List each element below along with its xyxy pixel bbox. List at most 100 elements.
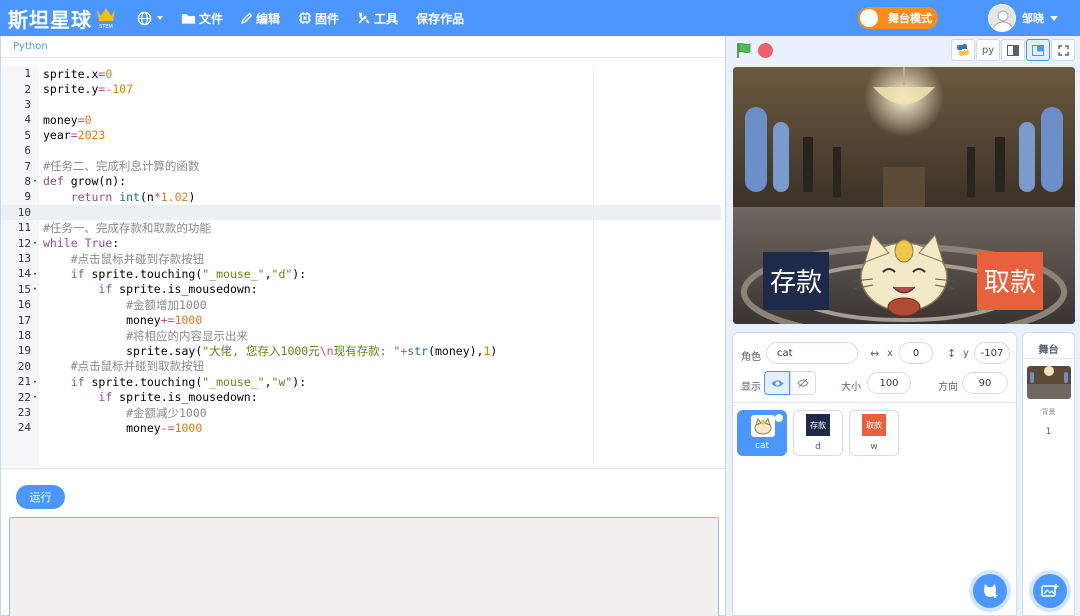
fold-toggle-icon[interactable]: ▾ (31, 177, 39, 185)
code-token: 1000 (174, 420, 203, 435)
code-line[interactable]: 16 #金额增加1000 (1, 297, 721, 312)
line-number: 1 (24, 67, 31, 81)
backdrop-thumbnail[interactable] (1027, 366, 1071, 399)
run-button[interactable]: 运行 (16, 485, 65, 509)
sprite-card-w[interactable]: 取款 w (849, 410, 899, 456)
code-line[interactable]: 4 money=0 (1, 112, 721, 127)
code-line[interactable]: 17 money+=1000 (1, 312, 721, 327)
direction-field[interactable]: 90 (962, 372, 1008, 394)
hide-button[interactable] (790, 371, 816, 395)
code-token: sprite.is_mousedown: (112, 282, 258, 297)
py-view-button[interactable]: py (976, 39, 1000, 61)
backdrop-count: 1 (1045, 427, 1052, 437)
code-editor[interactable]: 1 sprite.x=0 2 sprite.y=-107 3 4 money=0 5 year=… (1, 62, 725, 468)
code-line[interactable]: 14 ▾ if sprite.touching("_mouse_","d"): (1, 266, 721, 281)
code-text: sprite.x=0 (39, 67, 112, 81)
x-field[interactable]: 0 (899, 342, 933, 364)
fullscreen-button[interactable] (1051, 39, 1075, 61)
code-token: * (153, 189, 161, 204)
code-line[interactable]: 1 sprite.x=0 (1, 66, 721, 81)
user-menu[interactable]: 邹晓 (988, 4, 1058, 32)
code-line[interactable]: 11 #任务一、完成存款和取款的功能 (1, 220, 721, 235)
sprite-name-field[interactable]: cat (766, 342, 858, 364)
code-line[interactable]: 8 ▾ def grow(n): (1, 174, 721, 189)
line-number: 2 (24, 82, 31, 96)
edit-menu[interactable]: 编辑 (232, 0, 289, 36)
code-line[interactable]: 24 money-=1000 (1, 420, 721, 435)
green-flag-button[interactable] (736, 42, 752, 63)
code-token: , (264, 266, 272, 281)
code-token: year (43, 128, 71, 143)
code-token: 1.02 (160, 189, 189, 204)
line-number: 4 (24, 113, 31, 127)
output-console[interactable] (9, 517, 719, 616)
large-stage-button[interactable] (1026, 39, 1050, 61)
code-line[interactable]: 10 (1, 204, 721, 220)
sprite-list: cat 存款 d 取款 w (737, 410, 905, 456)
size-field[interactable]: 100 (867, 372, 911, 394)
tab-python[interactable]: Python (1, 36, 725, 58)
save-project-button[interactable]: 保存作品 (407, 0, 473, 36)
code-token: sprite.is_mousedown: (112, 390, 258, 405)
add-sprite-button[interactable] (973, 574, 1007, 608)
withdraw-sprite[interactable]: 取款 (977, 252, 1043, 310)
sprite-thumbnail-w: 取款 (862, 414, 886, 436)
stage-mode-label: 舞台模式 (888, 12, 932, 25)
code-line[interactable]: 19 sprite.say("大佬, 您存入1000元\n现有存款: "+str… (1, 343, 721, 358)
small-stage-button[interactable] (1001, 39, 1025, 61)
code-token: "d" (271, 266, 293, 281)
fold-toggle-icon[interactable]: ▾ (31, 270, 39, 278)
line-number: 5 (24, 128, 31, 142)
tools-menu-label: 工具 (374, 11, 399, 26)
code-text: #点击鼠标并碰到存款按钮 (39, 251, 204, 267)
stage-mode-toggle[interactable]: 舞台模式 (858, 7, 938, 29)
code-token: 0 (84, 112, 92, 127)
code-text: #将相应的内容显示出来 (39, 328, 248, 344)
code-line[interactable]: 3 (1, 97, 721, 112)
fold-toggle-icon[interactable]: ▾ (31, 378, 39, 386)
sprite-card-cat[interactable]: cat (737, 410, 787, 456)
python-view-button[interactable] (951, 39, 975, 61)
language-menu[interactable] (128, 0, 172, 36)
code-line[interactable]: 21 ▾ if sprite.touching("_mouse_","w"): (1, 374, 721, 389)
logo[interactable]: 斯坦星球 STEM (8, 0, 116, 36)
code-line[interactable]: 15 ▾ if sprite.is_mousedown: (1, 282, 721, 297)
eye-icon (771, 379, 783, 387)
code-line[interactable]: 23 #金额减少1000 (1, 405, 721, 420)
y-field[interactable]: -107 (974, 342, 1010, 364)
large-stage-icon (1032, 44, 1044, 56)
stage-canvas[interactable]: 存款 取款 (733, 67, 1075, 324)
line-number: 12 (17, 236, 31, 250)
code-line[interactable]: 7 #任务二、完成利息计算的函数 (1, 158, 721, 173)
add-sprite-icon (984, 584, 998, 598)
code-line[interactable]: 2 sprite.y=-107 (1, 81, 721, 96)
deposit-sprite[interactable]: 存款 (763, 252, 829, 310)
code-line[interactable]: 22 ▾ if sprite.is_mousedown: (1, 389, 721, 404)
sprite-card-d[interactable]: 存款 d (793, 410, 843, 456)
fold-toggle-icon[interactable]: ▾ (31, 239, 39, 247)
code-line[interactable]: 9 return int(n*1.02) (1, 189, 721, 204)
add-backdrop-button[interactable] (1033, 574, 1067, 608)
show-button[interactable] (764, 371, 790, 395)
code-line[interactable]: 13 #点击鼠标并碰到存款按钮 (1, 251, 721, 266)
logo-text: 斯坦星球 (8, 7, 92, 32)
code-line[interactable]: 5 year=2023 (1, 128, 721, 143)
file-menu[interactable]: 文件 (172, 0, 232, 36)
fold-toggle-icon[interactable]: ▾ (31, 393, 39, 401)
sprite-name-d: d (815, 442, 821, 452)
y-label: y (963, 348, 969, 359)
code-line[interactable]: 6 (1, 143, 721, 158)
stop-button[interactable] (758, 43, 773, 58)
code-token: ): (292, 374, 307, 389)
logo-sub: STEM (99, 24, 113, 30)
tools-menu[interactable]: 工具 (348, 0, 407, 36)
firmware-menu[interactable]: 固件 (289, 0, 348, 36)
code-token: str (407, 343, 429, 358)
chevron-down-icon (157, 16, 163, 20)
code-line[interactable]: 18 #将相应的内容显示出来 (1, 328, 721, 343)
code-line[interactable]: 20 #点击鼠标并碰到取款按钮 (1, 359, 721, 374)
line-number: 18 (17, 328, 31, 342)
fold-toggle-icon[interactable]: ▾ (31, 285, 39, 293)
code-line[interactable]: 12 ▾ while True: (1, 235, 721, 250)
code-token: = (70, 128, 78, 143)
